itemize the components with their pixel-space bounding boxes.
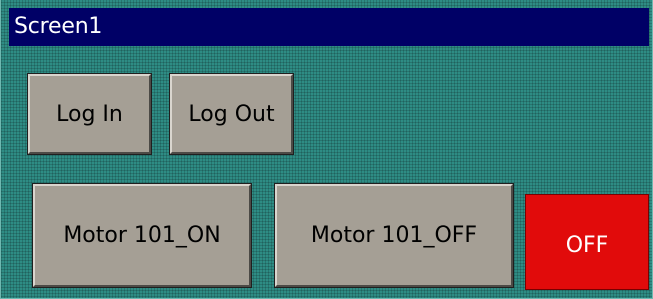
motor-off-button-label: Motor 101_OFF bbox=[310, 223, 478, 248]
log-out-button[interactable]: Log Out bbox=[169, 73, 294, 155]
screen-title: Screen1 bbox=[14, 14, 103, 39]
log-in-button-label: Log In bbox=[56, 101, 123, 127]
log-out-button-label: Log Out bbox=[188, 101, 275, 127]
motor-status-text: OFF bbox=[565, 232, 609, 258]
screen-title-bar: Screen1 bbox=[9, 8, 649, 46]
log-in-button[interactable]: Log In bbox=[27, 73, 152, 155]
motor-on-button[interactable]: Motor 101_ON bbox=[32, 183, 252, 288]
hmi-screen: Screen1 Log In Log Out Motor 101_ON Moto… bbox=[0, 0, 653, 299]
motor-on-button-label: Motor 101_ON bbox=[63, 223, 221, 248]
motor-off-button[interactable]: Motor 101_OFF bbox=[274, 183, 514, 288]
motor-status-indicator: OFF bbox=[525, 194, 649, 290]
